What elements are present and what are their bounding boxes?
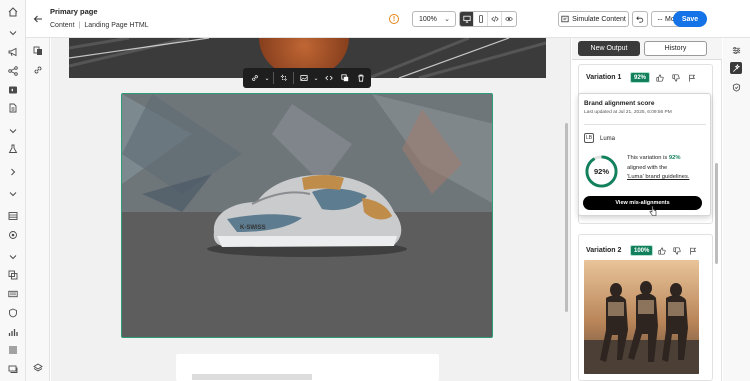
simulate-content-label: Simulate Content [572,15,626,23]
chevron-down-icon[interactable] [7,188,19,200]
thumbs-up-icon[interactable] [655,73,665,83]
text-middle: aligned with the [627,164,668,171]
element-toolbar: ⌄ ⌄ [243,68,371,88]
variation-2-title: Variation 2 [586,247,622,254]
thumbs-down-icon[interactable] [671,73,681,83]
properties-rail [723,38,750,381]
target-icon[interactable] [7,229,19,241]
left-nav-rail [0,0,26,381]
editor-tool-rail [26,38,50,381]
simulate-content-button[interactable]: Simulate Content [558,11,629,27]
flask-icon[interactable] [7,143,19,155]
variation-1-title: Variation 1 [586,74,622,81]
popover-heading: Brand alignment score [584,100,655,107]
view-mode-switcher [459,11,517,27]
simulate-icon [561,15,569,23]
brand-shield-icon[interactable] [730,81,742,93]
breadcrumb: Content | Landing Page HTML [50,22,149,29]
chevron-down-icon[interactable] [7,251,19,263]
stack-icon[interactable] [7,363,19,375]
runners-photo [584,260,699,374]
layers-icon[interactable] [32,362,44,374]
link-icon[interactable] [32,64,44,76]
chevron-down-icon[interactable]: ⌄ [264,72,270,85]
selected-shoe-image[interactable]: K-SWISS [121,93,493,338]
zoom-value: 100% [419,15,437,23]
bar-chart-icon[interactable] [7,326,19,338]
breadcrumb-separator: | [78,22,81,29]
chevron-down-icon: ⌄ [444,16,450,23]
content-card[interactable] [176,354,439,381]
history-tab[interactable]: History [644,41,707,56]
list-icon[interactable] [7,344,19,356]
copy-icon[interactable] [7,269,19,281]
variation-1-score-badge[interactable]: 92% [630,72,651,83]
text-score: 92% [668,155,681,161]
undo-icon [636,15,644,23]
home-icon[interactable] [7,6,19,18]
text-placeholder [192,374,312,380]
delete-icon[interactable] [354,72,367,85]
text-prefix: This variation is [627,155,668,161]
brand-guidelines-link[interactable]: 'Luma' brand guidelines. [627,174,689,180]
page-title: Primary page [50,7,98,16]
chevron-right-icon[interactable] [7,166,19,178]
keyboard-icon[interactable] [7,288,19,300]
brand-alignment-popover: Brand alignment score Last updated at Ju… [578,93,711,216]
canvas-scrollbar[interactable] [565,123,568,312]
mouse-cursor-icon [649,206,657,216]
undo-button[interactable] [632,11,648,27]
code-icon[interactable] [488,12,502,26]
sliders-icon[interactable] [730,44,742,56]
code-icon[interactable] [322,72,335,85]
layout-icon[interactable] [32,45,44,57]
new-output-tab[interactable]: New Output [578,41,640,56]
editor-canvas: K-SWISS ⌄ ⌄ [51,38,571,381]
panel-scrollbar[interactable] [715,163,718,264]
shoe-photo: K-SWISS [122,94,492,337]
score-ring-value: 92% [593,167,609,176]
chevron-down-icon[interactable] [7,27,19,39]
mobile-icon[interactable] [474,12,488,26]
breadcrumb-content[interactable]: Content [50,22,75,29]
desktop-icon[interactable] [460,12,474,26]
score-ring: 92% [584,154,619,189]
preview-icon[interactable] [502,12,516,26]
popover-updated: Last updated at Jul 21, 2025, 6:09:56 PM [584,110,672,115]
shield-icon[interactable] [7,307,19,319]
journey-icon[interactable] [7,65,19,77]
catalog-icon[interactable] [7,210,19,222]
toolbar-divider [293,72,294,84]
view-misalignments-button[interactable]: View mis-alignments [583,196,702,210]
ai-generate-icon[interactable] [730,62,742,74]
flag-icon[interactable] [688,246,698,256]
document-icon[interactable] [7,102,19,114]
popover-divider [584,124,706,125]
warning-icon[interactable]: ! [389,14,399,24]
save-button[interactable]: Save [673,11,707,27]
more-icon: ··· [657,14,663,24]
image-icon[interactable] [297,72,310,85]
back-arrow-icon[interactable] [32,13,44,25]
svg-text:K-SWISS: K-SWISS [240,225,266,231]
duplicate-icon[interactable] [338,72,351,85]
crop-icon[interactable] [277,72,290,85]
link-icon[interactable] [248,72,261,85]
flag-icon[interactable] [687,73,697,83]
zoom-select[interactable]: 100% ⌄ [412,11,456,27]
panel-tabs: New Output History [572,38,722,60]
brand-name: Luma [600,136,616,142]
thumbs-down-icon[interactable] [672,246,682,256]
breadcrumb-landing-page[interactable]: Landing Page HTML [84,22,148,29]
chevron-down-icon[interactable] [7,125,19,137]
chevron-down-icon[interactable]: ⌄ [313,72,319,85]
thumbs-up-icon[interactable] [657,246,667,256]
variation-2-image[interactable] [584,260,699,374]
content-icon[interactable] [7,84,19,96]
toolbar-divider [273,72,274,84]
variation-2-score-badge[interactable]: 100% [630,245,654,256]
brand-logo-icon: LB [584,133,594,143]
megaphone-icon[interactable] [7,46,19,58]
alignment-description: This variation is 92% aligned with the '… [627,154,707,183]
